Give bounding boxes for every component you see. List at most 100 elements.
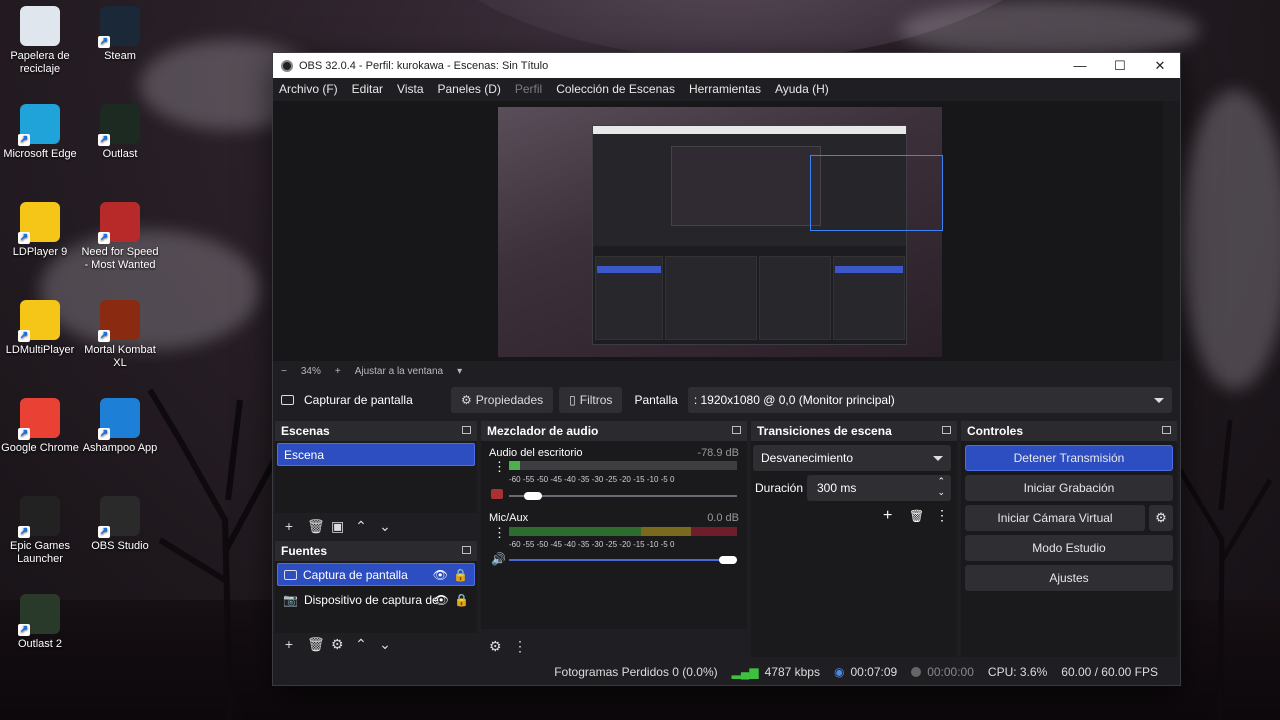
lock-icon[interactable]: 🔒: [453, 568, 468, 582]
preview-screen-capture[interactable]: [498, 107, 942, 357]
undock-icon[interactable]: [942, 426, 951, 434]
source-item[interactable]: Captura de pantalla 👁 🔒: [277, 563, 475, 586]
move-up-icon[interactable]: ⌃: [355, 518, 367, 535]
shortcut-arrow-icon: ↗: [18, 330, 30, 342]
eye-icon[interactable]: 👁: [433, 568, 448, 582]
desktop-shortcut[interactable]: ↗ Need for Speed - Most Wanted: [80, 202, 160, 272]
spin-up-icon[interactable]: ⌃: [937, 476, 945, 487]
mixer-body: Audio del escritorio -78.9 dB ⋮ -60 -55 …: [481, 441, 747, 629]
channel-menu-icon[interactable]: ⋮: [493, 459, 506, 475]
desktop-shortcut[interactable]: ↗ Mortal Kombat XL: [80, 300, 160, 370]
volume-slider[interactable]: [509, 556, 737, 564]
gear-icon[interactable]: ⚙: [1149, 505, 1173, 531]
add-icon[interactable]: +: [283, 518, 295, 534]
stop-streaming-button[interactable]: Detener Transmisión: [965, 445, 1173, 471]
trash-icon[interactable]: 🗑: [909, 509, 924, 523]
spin-down-icon[interactable]: ⌄: [937, 487, 945, 498]
studio-mode-button[interactable]: Modo Estudio: [965, 535, 1173, 561]
trash-icon[interactable]: 🗑: [307, 518, 325, 535]
mixer-menu-icon[interactable]: ⋮: [513, 638, 527, 655]
desktop-shortcut[interactable]: ↗ OBS Studio: [80, 496, 160, 553]
desktop-shortcut[interactable]: ↗ Steam: [80, 6, 160, 63]
undock-icon[interactable]: [462, 426, 471, 434]
desktop-shortcut[interactable]: ↗ Outlast 2: [0, 594, 80, 651]
outlast-icon: ↗: [98, 104, 140, 146]
volume-meter: [509, 527, 737, 536]
desktop-shortcut[interactable]: ↗ Google Chrome: [0, 398, 80, 455]
scene-item[interactable]: Escena: [277, 443, 475, 466]
stream-timer: ◉ 00:07:09: [834, 665, 897, 679]
properties-button[interactable]: ⚙ Propiedades: [451, 386, 554, 413]
undock-icon[interactable]: [732, 426, 741, 434]
volume-slider[interactable]: [509, 492, 737, 500]
transitions-body: Desvanecimiento Duración 300 ms ⌃ ⌄ + 🗑 …: [751, 441, 957, 657]
add-icon[interactable]: +: [283, 636, 295, 652]
cloud: [900, 0, 1200, 60]
scenes-title: Escenas: [281, 424, 330, 438]
menu-vista[interactable]: Vista: [397, 82, 423, 96]
start-recording-button[interactable]: Iniciar Grabación: [965, 475, 1173, 501]
minimize-button[interactable]: —: [1060, 58, 1100, 73]
trash-icon[interactable]: 🗑: [307, 636, 325, 653]
preview-scrollbar[interactable]: [1163, 101, 1180, 361]
zoom-level: 34%: [300, 365, 321, 377]
desktop-shortcut[interactable]: ↗ Epic Games Launcher: [0, 496, 80, 566]
menu-editar[interactable]: Editar: [352, 82, 383, 96]
volume-slider-knob[interactable]: [719, 556, 737, 564]
close-button[interactable]: ✕: [1140, 58, 1180, 74]
menu-archivo[interactable]: Archivo (F): [279, 82, 338, 96]
duration-value: 300 ms: [817, 481, 857, 495]
speaker-icon[interactable]: 🔊: [491, 552, 506, 566]
chevron-down-icon: [1153, 397, 1164, 403]
display-select[interactable]: : 1920x1080 @ 0,0 (Monitor principal): [687, 386, 1172, 413]
desktop-shortcut-label: Mortal Kombat XL: [84, 344, 156, 369]
zoom-in-button[interactable]: +: [335, 366, 341, 377]
desktop-shortcut[interactable]: ↗ Microsoft Edge: [0, 104, 80, 161]
menu-paneles[interactable]: Paneles (D): [438, 82, 501, 96]
chevron-down-icon[interactable]: ▾: [457, 366, 462, 377]
undock-icon[interactable]: [462, 546, 471, 554]
recycle-bin-icon: [20, 6, 60, 46]
dropped-frames: Fotogramas Perdidos 0 (0.0%): [554, 665, 718, 679]
volume-slider-knob[interactable]: [523, 492, 542, 500]
preview-area[interactable]: [273, 101, 1164, 361]
move-down-icon[interactable]: ⌄: [379, 636, 391, 653]
settings-button[interactable]: Ajustes: [965, 565, 1173, 591]
maximize-button[interactable]: ☐: [1100, 58, 1140, 74]
scene-filter-icon[interactable]: ▣: [331, 518, 344, 535]
menu-coleccion-escenas[interactable]: Colección de Escenas: [556, 82, 675, 96]
source-item-label: Captura de pantalla: [303, 567, 408, 582]
move-up-icon[interactable]: ⌃: [355, 636, 367, 653]
zoom-out-button[interactable]: −: [281, 366, 287, 377]
desktop-shortcut-label: Ashampoo App: [82, 442, 158, 454]
start-virtual-camera-button[interactable]: Iniciar Cámara Virtual: [965, 505, 1145, 531]
source-item[interactable]: 📷 Dispositivo de captura de 👁 🔒: [277, 588, 475, 611]
desktop-shortcut[interactable]: Papelera de reciclaje: [0, 6, 80, 76]
transition-select[interactable]: Desvanecimiento: [753, 445, 951, 471]
desktop-shortcut[interactable]: ↗ LDMultiPlayer: [0, 300, 80, 357]
add-icon[interactable]: +: [883, 507, 892, 525]
desktop-shortcut-label: Need for Speed - Most Wanted: [81, 246, 159, 271]
advanced-audio-icon[interactable]: ⚙: [489, 638, 502, 655]
duration-spinbox[interactable]: 300 ms ⌃ ⌄: [807, 475, 951, 501]
menu-herramientas[interactable]: Herramientas: [689, 82, 761, 96]
move-down-icon[interactable]: ⌄: [379, 518, 391, 535]
audio-mixer-dock: Mezclador de audio Audio del escritorio …: [481, 421, 747, 657]
shortcut-arrow-icon: ↗: [98, 428, 110, 440]
desktop-shortcut[interactable]: ↗ LDPlayer 9: [0, 202, 80, 259]
shortcut-arrow-icon: ↗: [18, 428, 30, 440]
display-label: Pantalla: [634, 392, 678, 407]
menu-perfil[interactable]: Perfil: [515, 82, 542, 96]
menu-ayuda[interactable]: Ayuda (H): [775, 82, 829, 96]
desktop-shortcut[interactable]: ↗ Outlast: [80, 104, 160, 161]
filters-button[interactable]: ▯ Filtros: [559, 386, 623, 413]
muted-speaker-icon[interactable]: [491, 489, 503, 499]
channel-menu-icon[interactable]: ⋮: [493, 525, 506, 541]
desktop-shortcut[interactable]: ↗ Ashampoo App: [80, 398, 160, 455]
lock-icon[interactable]: 🔒: [454, 593, 469, 607]
eye-icon[interactable]: 👁: [434, 593, 449, 607]
transition-menu-icon[interactable]: ⋮: [935, 507, 949, 524]
undock-icon[interactable]: [1162, 426, 1171, 434]
fit-window-dropdown[interactable]: Ajustar a la ventana: [355, 366, 443, 377]
gear-icon[interactable]: ⚙: [331, 636, 344, 653]
